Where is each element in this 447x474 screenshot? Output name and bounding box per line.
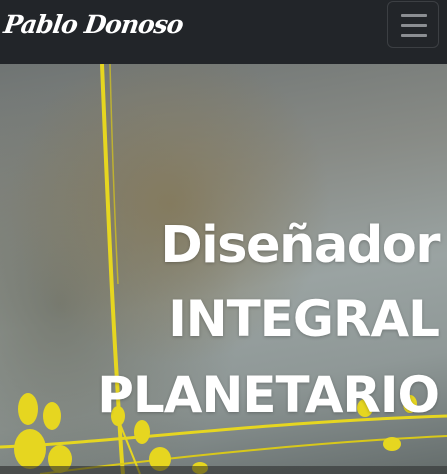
hamburger-menu-icon-line bbox=[401, 34, 427, 37]
hero-title-line3: PLANETARIO bbox=[97, 365, 440, 424]
hero-bottom-strip bbox=[0, 466, 447, 474]
brand-logo[interactable]: Pablo Donoso bbox=[2, 10, 185, 39]
hamburger-menu-icon bbox=[401, 14, 427, 17]
hero-title-line2: INTEGRAL bbox=[168, 289, 440, 348]
menu-toggle-button[interactable] bbox=[387, 1, 439, 48]
hamburger-menu-icon-line bbox=[401, 24, 427, 27]
navbar: Pablo Donoso bbox=[0, 0, 447, 64]
hero-section: Diseñador INTEGRAL PLANETARIO bbox=[0, 64, 447, 474]
hero-title-line1: Diseñador bbox=[160, 216, 440, 276]
